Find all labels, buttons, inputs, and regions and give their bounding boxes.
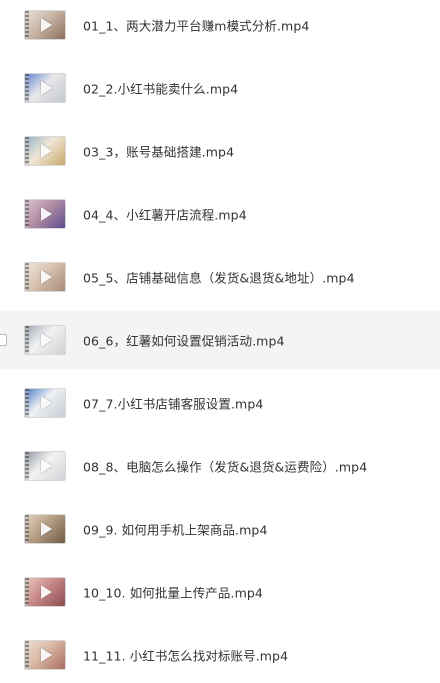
video-thumbnail (24, 199, 66, 229)
play-icon (41, 585, 52, 599)
file-row[interactable]: 04_4、小红薯开店流程.mp4 (0, 185, 440, 243)
file-name: 07_7.小红书店铺客服设置.mp4 (83, 396, 264, 412)
video-thumbnail (24, 451, 66, 481)
play-icon (41, 18, 52, 32)
file-list: 01_1、两大潜力平台赚m模式分析.mp4 02_2.小红书能卖什么.mp4 0… (0, 0, 440, 683)
file-row[interactable]: 07_7.小红书店铺客服设置.mp4 (0, 374, 440, 432)
video-thumbnail (24, 136, 66, 166)
file-row[interactable]: 03_3，账号基础搭建.mp4 (0, 122, 440, 180)
video-thumbnail (24, 640, 66, 670)
play-icon (41, 207, 52, 221)
file-name: 05_5、店铺基础信息（发货&退货&地址）.mp4 (83, 270, 355, 286)
file-name: 06_6，红薯如何设置促销活动.mp4 (83, 333, 285, 349)
file-name: 09_9. 如何用手机上架商品.mp4 (83, 522, 268, 538)
file-name: 03_3，账号基础搭建.mp4 (83, 144, 235, 160)
file-name: 02_2.小红书能卖什么.mp4 (83, 81, 239, 97)
file-row[interactable]: 11_11. 小红书怎么找对标账号.mp4 (0, 626, 440, 683)
file-row[interactable]: 10_10. 如何批量上传产品.mp4 (0, 563, 440, 621)
video-thumbnail (24, 73, 66, 103)
video-thumbnail (24, 577, 66, 607)
file-row[interactable]: 09_9. 如何用手机上架商品.mp4 (0, 500, 440, 558)
file-row[interactable]: 06_6，红薯如何设置促销活动.mp4 (0, 311, 440, 369)
file-row[interactable]: 01_1、两大潜力平台赚m模式分析.mp4 (0, 0, 440, 54)
video-thumbnail (24, 262, 66, 292)
file-name: 01_1、两大潜力平台赚m模式分析.mp4 (83, 18, 310, 34)
file-name: 11_11. 小红书怎么找对标账号.mp4 (83, 648, 289, 664)
file-row[interactable]: 02_2.小红书能卖什么.mp4 (0, 59, 440, 117)
play-icon (41, 396, 52, 410)
video-thumbnail (24, 514, 66, 544)
file-name: 04_4、小红薯开店流程.mp4 (83, 207, 247, 223)
play-icon (41, 144, 52, 158)
play-icon (41, 81, 52, 95)
video-thumbnail (24, 325, 66, 355)
play-icon (41, 648, 52, 662)
file-name: 08_8、电脑怎么操作（发货&退货&运费险）.mp4 (83, 459, 368, 475)
play-icon (41, 333, 52, 347)
play-icon (41, 459, 52, 473)
file-row[interactable]: 05_5、店铺基础信息（发货&退货&地址）.mp4 (0, 248, 440, 306)
file-row[interactable]: 08_8、电脑怎么操作（发货&退货&运费险）.mp4 (0, 437, 440, 495)
play-icon (41, 270, 52, 284)
video-thumbnail (24, 388, 66, 418)
file-name: 10_10. 如何批量上传产品.mp4 (83, 585, 263, 601)
play-icon (41, 522, 52, 536)
row-checkbox[interactable] (0, 334, 7, 346)
video-thumbnail (24, 10, 66, 40)
